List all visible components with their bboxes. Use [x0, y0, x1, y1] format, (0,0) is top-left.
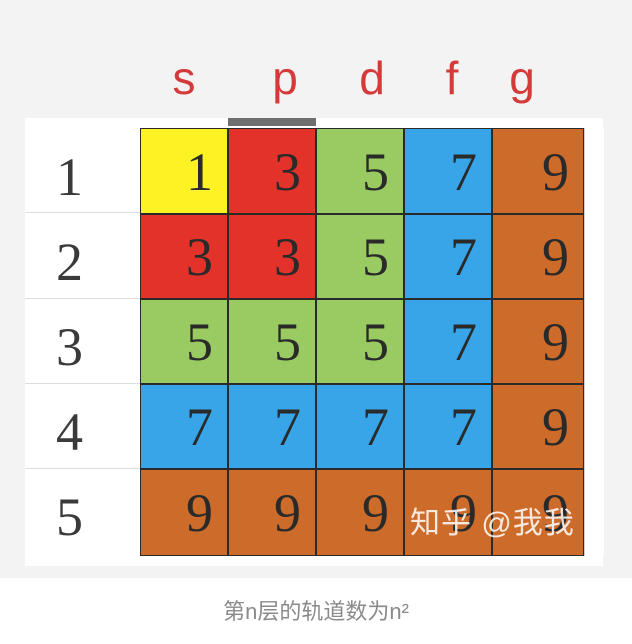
- grid-cell-r4-c2: 7: [228, 384, 316, 469]
- grid-cell-r4-c1: 7: [140, 384, 228, 469]
- grid-cell-r5-c1: 9: [140, 469, 228, 556]
- grid-cell-r2-c3: 5: [316, 214, 404, 299]
- grid-cell-r5-c2: 9: [228, 469, 316, 556]
- orbital-count-grid: 1357933579555797777999999: [140, 128, 584, 556]
- header-p: p: [272, 52, 298, 104]
- grid-cell-r5-c3: 9: [316, 469, 404, 556]
- row-label-2: 2: [56, 232, 83, 292]
- grid-cell-r3-c3: 5: [316, 299, 404, 384]
- row-label-4: 4: [56, 402, 83, 462]
- row-label-3: 3: [56, 317, 83, 377]
- grid-cell-r3-c5: 9: [492, 299, 584, 384]
- grid-cell-r3-c2: 5: [228, 299, 316, 384]
- grid-cell-r1-c5: 9: [492, 128, 584, 214]
- row-divider: [25, 212, 140, 213]
- selected-column-bar: [228, 118, 316, 126]
- grid-cell-r3-c1: 5: [140, 299, 228, 384]
- orbital-header: s p d f g: [140, 48, 584, 108]
- row-divider: [25, 298, 140, 299]
- diagram-page: s p d f g 1 2 3 4 5 13579335795557977779…: [0, 0, 632, 644]
- header-g: g: [509, 52, 535, 104]
- row-divider: [25, 383, 140, 384]
- grid-cell-r3-c4: 7: [404, 299, 492, 384]
- grid-cell-r4-c5: 9: [492, 384, 584, 469]
- grid-cell-r1-c2: 3: [228, 128, 316, 214]
- grid-cell-r1-c4: 7: [404, 128, 492, 214]
- grid-cell-r2-c2: 3: [228, 214, 316, 299]
- grid-cell-r1-c1: 1: [140, 128, 228, 214]
- grid-cell-r1-c3: 5: [316, 128, 404, 214]
- figure-caption: 第n层的轨道数为n²: [223, 599, 409, 624]
- right-gutter: [584, 128, 604, 556]
- grid-cell-r4-c4: 7: [404, 384, 492, 469]
- header-d: d: [359, 52, 385, 104]
- grid-cell-r2-c1: 3: [140, 214, 228, 299]
- header-s: s: [172, 52, 196, 104]
- grid-cell-r4-c3: 7: [316, 384, 404, 469]
- row-divider: [25, 468, 140, 469]
- row-label-1: 1: [56, 147, 83, 207]
- row-label-5: 5: [56, 487, 83, 547]
- watermark-text: 知乎 @我我: [410, 507, 575, 540]
- grid-cell-r2-c5: 9: [492, 214, 584, 299]
- grid-cell-r2-c4: 7: [404, 214, 492, 299]
